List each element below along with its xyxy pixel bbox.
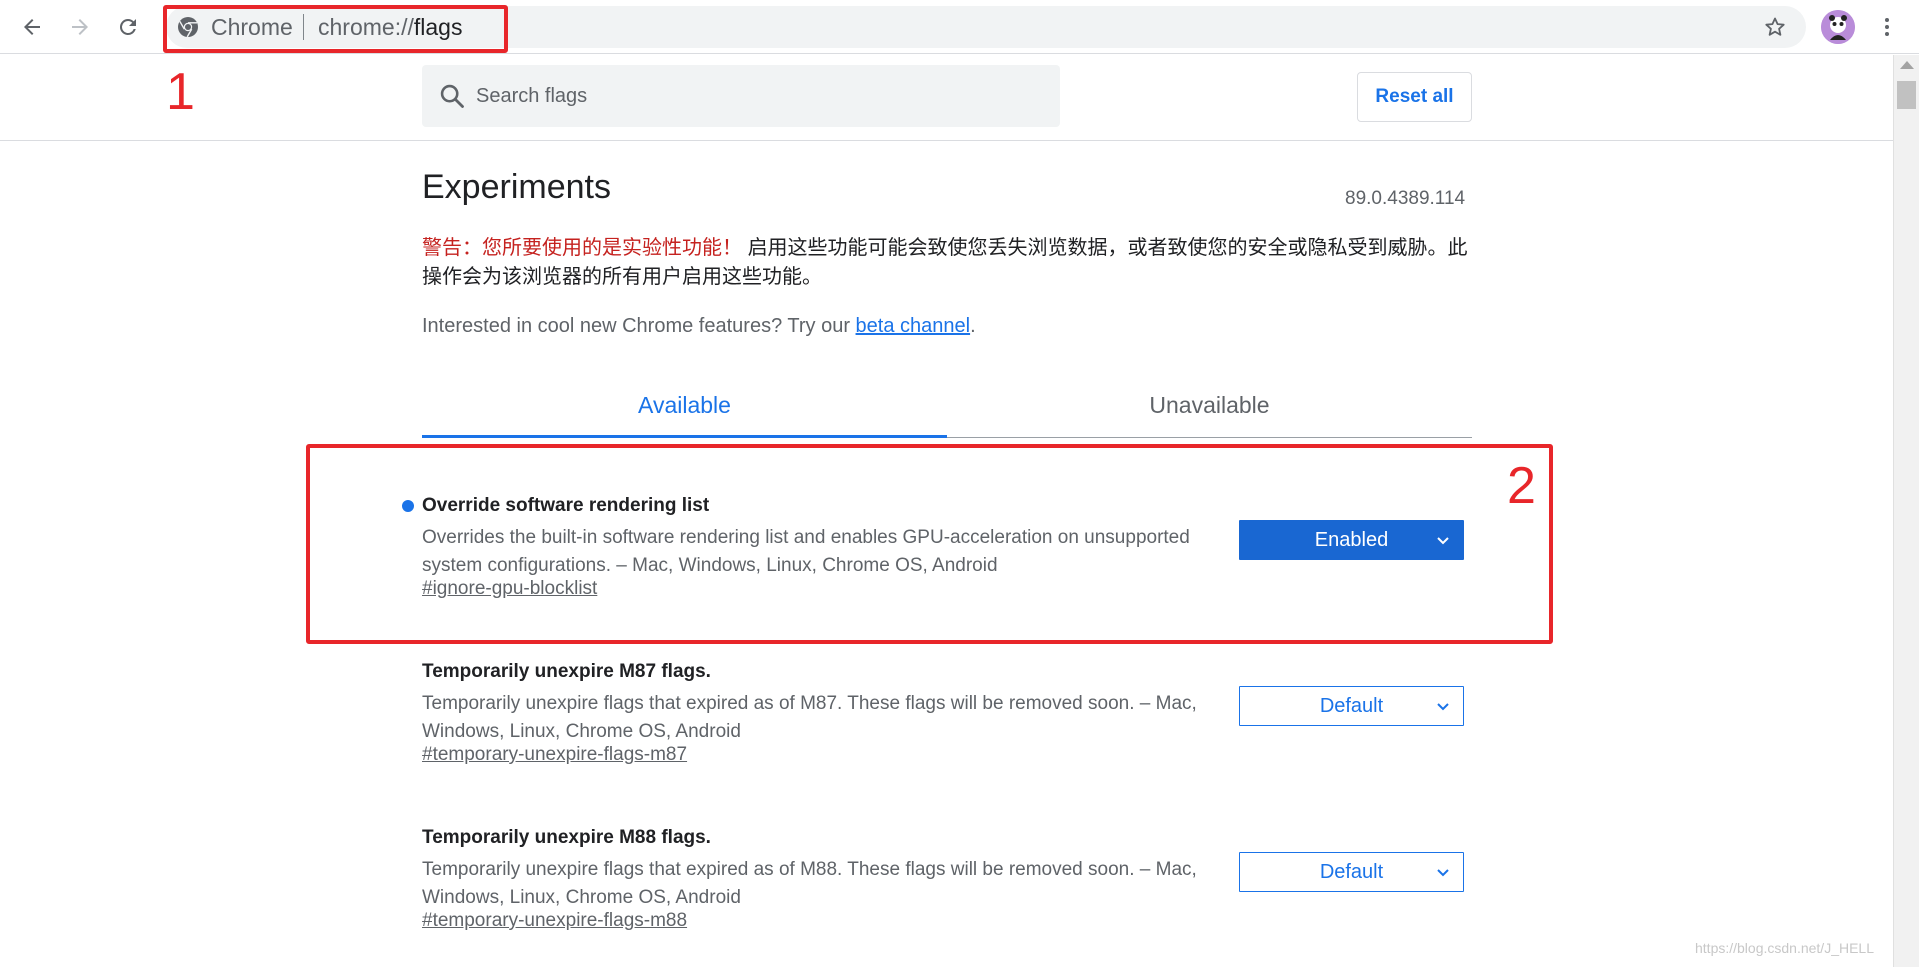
annotation-label-2: 2 [1507,457,1536,515]
flag-permalink[interactable]: #ignore-gpu-blocklist [422,578,597,600]
annotation-label-1: 1 [166,63,195,121]
chrome-menu-button[interactable] [1870,10,1904,44]
search-icon [440,84,464,108]
flag-name: Override software rendering list [422,495,710,516]
url-prefix: chrome:// [318,14,414,40]
url-host: flags [413,14,463,40]
active-tab-indicator [422,435,947,438]
beta-suffix: . [970,315,976,337]
flag-row: Temporarily unexpire M87 flags. Temporar… [422,658,1472,798]
arrow-right-icon [72,19,88,35]
reload-icon [119,18,136,35]
flag-permalink[interactable]: #temporary-unexpire-flags-m88 [422,910,687,932]
flags-header: Reset all [0,55,1893,141]
arrow-left-icon [24,19,40,35]
chevron-down-icon [1437,869,1449,877]
beta-channel-link[interactable]: beta channel [856,315,971,337]
star-icon [1765,17,1785,36]
back-button[interactable] [14,9,50,45]
flag-row: Override software rendering list Overrid… [402,492,1472,632]
watermark: https://blog.csdn.net/J_HELL [1695,940,1874,956]
flag-description: Overrides the built-in software renderin… [422,527,1190,576]
modified-dot-icon [402,500,414,512]
flag-state-value: Default [1319,694,1384,717]
warning-text: 警告：您所要使用的是实验性功能！ 启用这些功能可能会致使您丢失浏览数据，或者致使… [422,234,1472,292]
omnibox-separator [303,14,304,40]
scroll-thumb[interactable] [1897,81,1916,109]
vertical-scrollbar[interactable] [1893,55,1919,967]
flag-permalink[interactable]: #temporary-unexpire-flags-m87 [422,744,687,766]
flag-state-select[interactable]: Enabled [1239,520,1464,560]
scroll-up-arrow-icon[interactable] [1900,61,1914,69]
forward-button[interactable] [62,9,98,45]
profile-avatar[interactable] [1821,10,1855,44]
flag-name: Temporarily unexpire M88 flags. [422,827,711,848]
flag-description: Temporarily unexpire flags that expired … [422,859,1197,908]
flag-state-select[interactable]: Default [1239,852,1464,892]
search-flags-input[interactable] [476,65,1046,127]
flag-description: Temporarily unexpire flags that expired … [422,693,1197,742]
more-vert-icon [1885,18,1889,36]
beta-promo: Interested in cool new Chrome features? … [422,315,976,338]
flag-name: Temporarily unexpire M87 flags. [422,661,711,682]
chevron-down-icon [1437,703,1449,711]
version-label: 89.0.4389.114 [1345,188,1466,209]
flag-row: Temporarily unexpire M88 flags. Temporar… [422,824,1472,964]
chevron-down-icon [1437,537,1449,545]
chrome-page-icon [178,17,198,38]
omnibox-url[interactable]: chrome://flags [318,12,462,42]
reload-button[interactable] [110,9,146,45]
tab-available[interactable]: Available [422,370,947,440]
tab-unavailable[interactable]: Unavailable [947,370,1472,440]
page-title: Experiments [422,168,611,206]
reset-all-button[interactable]: Reset all [1357,72,1472,122]
warning-label: 警告：您所要使用的是实验性功能！ [422,237,742,259]
beta-prefix: Interested in cool new Chrome features? … [422,315,856,337]
flag-state-value: Default [1319,860,1384,883]
omnibox-origin: Chrome [211,14,293,40]
avatar-icon [1821,10,1855,44]
bookmark-star-button[interactable] [1760,12,1790,42]
flag-state-value: Enabled [1314,528,1389,551]
search-container [422,65,1060,127]
flag-state-select[interactable]: Default [1239,686,1464,726]
browser-toolbar: Chrome chrome://flags [0,0,1919,54]
